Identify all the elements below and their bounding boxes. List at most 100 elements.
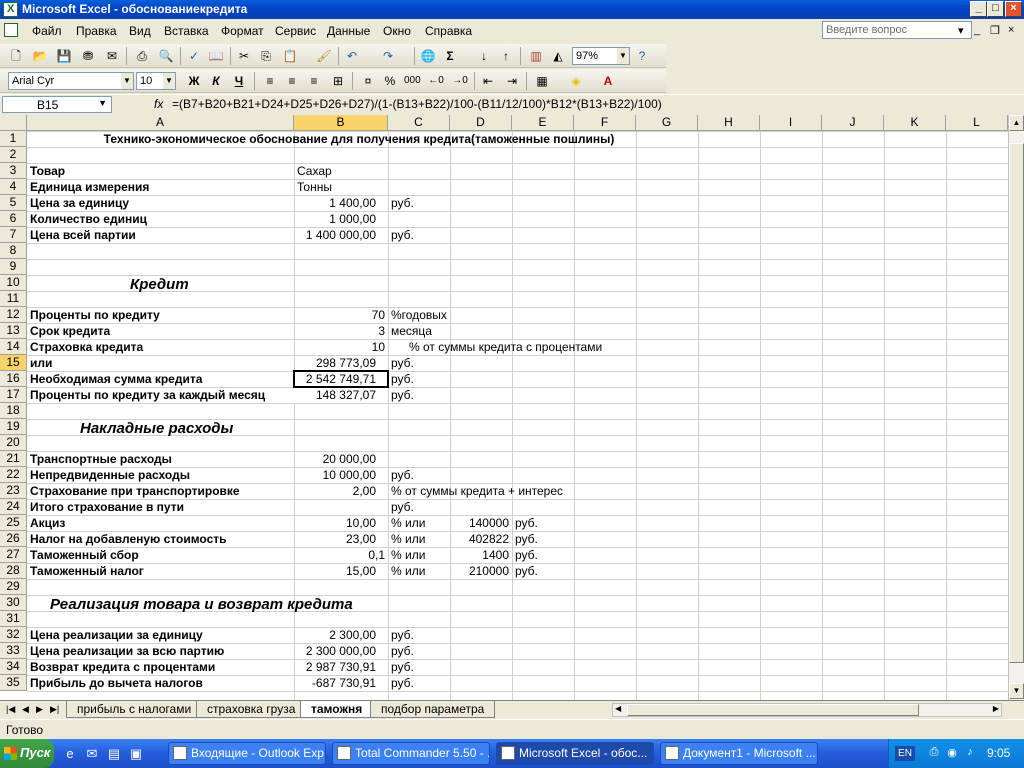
cell-b5[interactable]: 1 400,00 bbox=[294, 195, 388, 211]
worksheet-grid[interactable]: A B C D E F G H I J K L 1 2 3 4 5 6 7 8 9 10 11 12 1… bbox=[0, 115, 1008, 700]
chevron-down-icon[interactable]: ▼ bbox=[163, 73, 175, 89]
last-sheet-icon[interactable]: ▶| bbox=[50, 704, 59, 715]
cell-a16[interactable]: Проценты по кредиту за каждый месяц bbox=[27, 387, 268, 403]
cell-a31[interactable]: Цена реализации за единицу bbox=[27, 627, 206, 643]
desktop-icon[interactable]: ▣ bbox=[128, 746, 144, 762]
row-header[interactable]: 2 bbox=[0, 147, 27, 163]
name-box[interactable]: B15 ▼ bbox=[2, 96, 112, 113]
print-preview-icon[interactable]: 🔍 bbox=[158, 48, 174, 64]
cell-e27[interactable]: руб. bbox=[512, 563, 541, 579]
row-header[interactable]: 1 bbox=[0, 131, 27, 147]
cell-b32[interactable]: 2 300 000,00 bbox=[294, 643, 388, 659]
row-header[interactable]: 11 bbox=[0, 291, 27, 307]
cell-b13[interactable]: 10 bbox=[294, 339, 388, 355]
chart-wizard-icon[interactable]: ▥ bbox=[528, 48, 544, 64]
cell-c26[interactable]: % или bbox=[388, 547, 428, 563]
ie-icon[interactable]: e bbox=[62, 746, 78, 762]
cell-b22[interactable]: 2,00 bbox=[294, 483, 388, 499]
cell-a18[interactable]: Накладные расходы bbox=[77, 419, 236, 439]
maximize-button[interactable]: □ bbox=[987, 1, 1004, 17]
cell-b27[interactable]: 15,00 bbox=[294, 563, 388, 579]
cell-a5[interactable]: Цена за единицу bbox=[27, 195, 132, 211]
help-icon[interactable]: ? bbox=[634, 48, 650, 64]
cell-a11[interactable]: Проценты по кредиту bbox=[27, 307, 163, 323]
align-left-icon[interactable]: ≡ bbox=[262, 73, 278, 89]
scroll-thumb[interactable] bbox=[627, 704, 919, 716]
cell-d24[interactable]: 140000 bbox=[450, 515, 512, 531]
insert-function-button[interactable]: fx bbox=[154, 97, 163, 111]
close-button[interactable]: × bbox=[1005, 1, 1022, 17]
undo-icon[interactable]: ↶ bbox=[344, 48, 360, 64]
row-header[interactable]: 28 bbox=[0, 563, 27, 579]
row-header[interactable]: 26 bbox=[0, 531, 27, 547]
help-search-input[interactable]: Введите вопрос bbox=[822, 21, 972, 39]
cell-b6[interactable]: 1 000,00 bbox=[294, 211, 388, 227]
borders-icon[interactable]: ▦ bbox=[534, 73, 550, 89]
menu-data[interactable]: Данные bbox=[327, 24, 370, 38]
cell-a14[interactable]: или bbox=[27, 355, 55, 371]
cell-b21[interactable]: 10 000,00 bbox=[294, 467, 388, 483]
cell-a4[interactable]: Единица измерения bbox=[27, 179, 152, 195]
chevron-down-icon[interactable]: ▼ bbox=[98, 98, 107, 108]
sort-descending-icon[interactable]: ↑ bbox=[498, 48, 514, 64]
excel-app-icon[interactable] bbox=[3, 2, 18, 17]
cell-a34[interactable]: Прибыль до вычета налогов bbox=[27, 675, 206, 691]
menu-help[interactable]: Справка bbox=[425, 24, 472, 38]
cell-b12[interactable]: 3 bbox=[294, 323, 388, 339]
row-header[interactable]: 4 bbox=[0, 179, 27, 195]
cell-c13[interactable]: % от суммы кредита с процентами bbox=[406, 339, 605, 355]
column-header[interactable]: E bbox=[512, 115, 574, 131]
column-header[interactable]: C bbox=[388, 115, 450, 131]
start-button[interactable]: Пуск bbox=[0, 739, 54, 768]
next-sheet-icon[interactable]: ▶ bbox=[36, 704, 43, 715]
sheet-tab[interactable]: прибыль с налогами bbox=[66, 701, 203, 718]
align-right-icon[interactable]: ≡ bbox=[306, 73, 322, 89]
save-icon[interactable]: 💾 bbox=[56, 48, 72, 64]
doc-close-button[interactable]: × bbox=[1008, 24, 1014, 36]
cell-b26[interactable]: 0,1 bbox=[294, 547, 388, 563]
column-header[interactable]: I bbox=[760, 115, 822, 131]
task-total-commander[interactable]: Total Commander 5.50 - ... bbox=[332, 742, 490, 765]
cell-c25[interactable]: % или bbox=[388, 531, 428, 547]
font-size-select[interactable]: 10 ▼ bbox=[136, 72, 176, 90]
column-header[interactable]: H bbox=[698, 115, 760, 131]
language-indicator[interactable]: EN bbox=[895, 746, 915, 761]
copy-icon[interactable]: ⎘ bbox=[258, 48, 274, 64]
row-header[interactable]: 27 bbox=[0, 547, 27, 563]
font-select[interactable]: Arial Cyr ▼ bbox=[8, 72, 134, 90]
sheet-tab[interactable]: страховка груза bbox=[196, 701, 307, 718]
row-header[interactable]: 21 bbox=[0, 451, 27, 467]
hyperlink-icon[interactable]: 🌐 bbox=[420, 48, 436, 64]
menu-insert[interactable]: Вставка bbox=[164, 24, 209, 38]
cell-c14[interactable]: руб. bbox=[388, 355, 417, 371]
column-header[interactable]: K bbox=[884, 115, 946, 131]
cell-e25[interactable]: руб. bbox=[512, 531, 541, 547]
row-header[interactable]: 35 bbox=[0, 675, 27, 691]
scroll-left-icon[interactable]: ◀ bbox=[615, 704, 621, 713]
cell-c32[interactable]: руб. bbox=[388, 643, 417, 659]
column-header[interactable]: B bbox=[294, 115, 388, 131]
row-header[interactable]: 18 bbox=[0, 403, 27, 419]
menu-window[interactable]: Окно bbox=[383, 24, 411, 38]
prev-sheet-icon[interactable]: ◀ bbox=[22, 704, 29, 715]
cell-a15[interactable]: Необходимая сумма кредита bbox=[27, 371, 205, 387]
cell-c22[interactable]: % от суммы кредита + интерес bbox=[388, 483, 566, 499]
column-header[interactable]: G bbox=[636, 115, 698, 131]
cell-a23[interactable]: Итого страхование в пути bbox=[27, 499, 187, 515]
cell-a13[interactable]: Страховка кредита bbox=[27, 339, 146, 355]
row-header[interactable]: 29 bbox=[0, 579, 27, 595]
row-header[interactable]: 31 bbox=[0, 611, 27, 627]
cell-c15[interactable]: руб. bbox=[388, 371, 417, 387]
new-file-icon[interactable]: 🗋 bbox=[8, 48, 24, 64]
cut-icon[interactable]: ✂ bbox=[236, 48, 252, 64]
column-header[interactable]: J bbox=[822, 115, 884, 131]
permission-icon[interactable]: ⛃ bbox=[80, 48, 96, 64]
row-header[interactable]: 32 bbox=[0, 627, 27, 643]
cell-a12[interactable]: Срок кредита bbox=[27, 323, 113, 339]
cell-b33[interactable]: 2 987 730,91 bbox=[294, 659, 388, 675]
scroll-down-icon[interactable]: ▼ bbox=[1009, 683, 1024, 699]
commander-icon[interactable]: ▤ bbox=[106, 746, 122, 762]
minimize-button[interactable]: _ bbox=[970, 1, 987, 17]
email-icon[interactable]: ✉ bbox=[104, 48, 120, 64]
cell-b11[interactable]: 70 bbox=[294, 307, 388, 323]
